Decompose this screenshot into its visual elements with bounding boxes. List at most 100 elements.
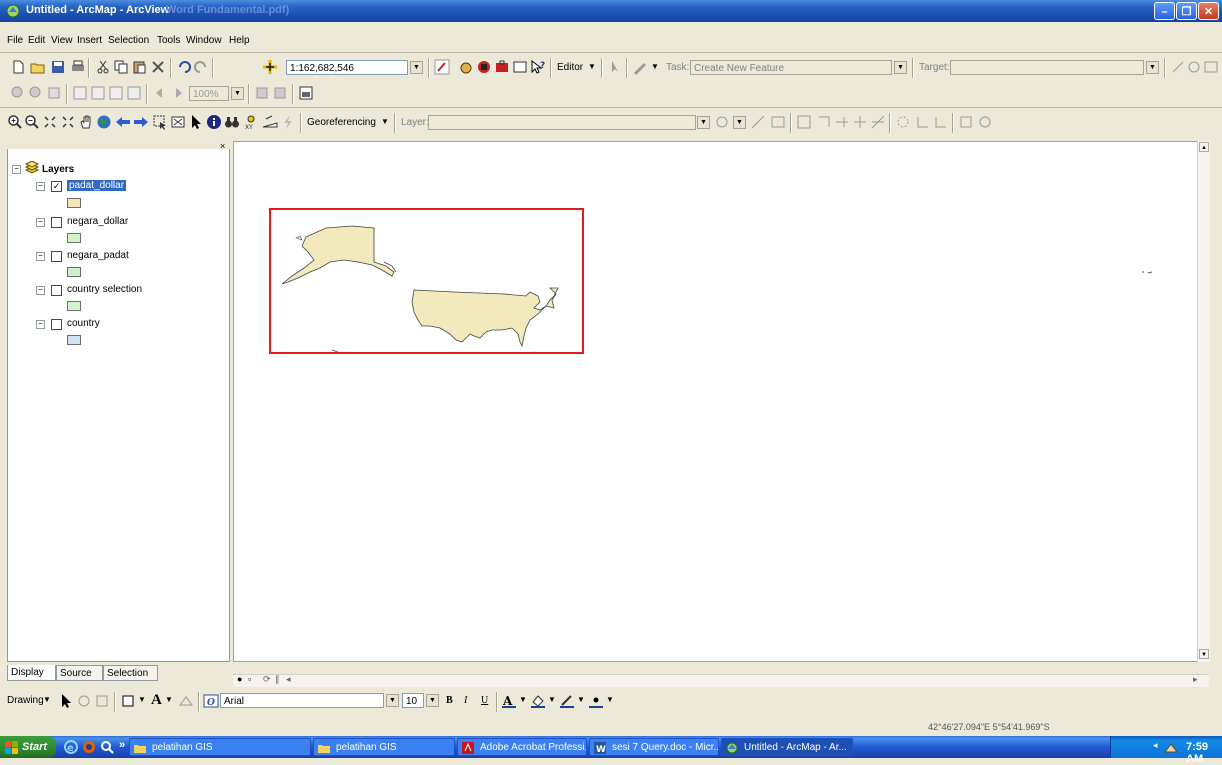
layer-negara-dollar[interactable]: negara_dollar (67, 216, 128, 227)
layer-collapse-icon[interactable]: − (36, 286, 45, 295)
select-features-icon[interactable] (152, 114, 168, 130)
sketch-dropdown-icon[interactable]: ▼ (651, 62, 659, 71)
layer-padat-dollar[interactable]: padat_dollar (67, 180, 127, 191)
select-elements-icon[interactable] (188, 114, 204, 130)
hyperlink-lightning-icon[interactable] (280, 114, 296, 130)
georeferencing-menu[interactable]: Georeferencing (307, 117, 376, 128)
rotate-tool-icon[interactable] (1186, 59, 1202, 75)
map-canvas[interactable] (234, 142, 1198, 661)
data-view-icon[interactable]: ● (237, 674, 242, 684)
layer-visibility-checkbox[interactable] (51, 251, 62, 262)
italic-button[interactable]: I (464, 695, 467, 706)
redo-icon[interactable] (193, 59, 209, 75)
add-data-icon[interactable] (262, 59, 278, 75)
rotate-georef-icon[interactable] (714, 114, 730, 130)
scroll-left-icon[interactable]: ◂ (286, 674, 291, 685)
next-extent-page-icon[interactable] (170, 85, 186, 101)
save-icon[interactable] (50, 59, 66, 75)
layers-collapse-icon[interactable]: − (12, 165, 21, 174)
add-control-points-icon[interactable] (750, 114, 766, 130)
georef-layer-dropdown[interactable]: ▼ (697, 116, 710, 129)
clear-selection-icon[interactable] (170, 114, 186, 130)
search-quicklaunch-icon[interactable] (100, 740, 114, 754)
layer-collapse-icon[interactable]: − (36, 182, 45, 191)
menu-help[interactable]: Help (229, 35, 250, 46)
zoom-out-icon[interactable] (24, 114, 40, 130)
drawing-dropdown-icon[interactable]: ▼ (43, 695, 51, 704)
layer-visibility-checkbox[interactable]: ✓ (51, 181, 62, 192)
forward-extent-arrow-icon[interactable] (133, 114, 149, 130)
layer-symbol-swatch[interactable] (67, 233, 81, 243)
layer-symbol-swatch[interactable] (67, 301, 81, 311)
tab-display[interactable]: Display (7, 665, 56, 681)
menu-window[interactable]: Window (186, 35, 222, 46)
circle-tool-icon[interactable] (977, 114, 993, 130)
editor-toolbar-icon[interactable] (434, 59, 450, 75)
close-button[interactable]: ✕ (1198, 2, 1219, 20)
print-icon[interactable] (70, 59, 86, 75)
toggle-draft-mode-icon[interactable] (254, 85, 270, 101)
taskbar-item-pelatihan-gis-2[interactable]: pelatihan GIS (313, 738, 455, 756)
scroll-down-icon[interactable]: ▼ (1199, 649, 1209, 659)
focus-data-frame-icon[interactable] (272, 85, 288, 101)
target-dropdown-button[interactable]: ▼ (1146, 61, 1159, 74)
go-to-xy-icon[interactable]: XY (243, 114, 259, 130)
pan-hand-icon[interactable] (78, 114, 94, 130)
line-color-icon[interactable] (559, 693, 575, 709)
undo-icon[interactable] (176, 59, 192, 75)
split-tool-icon[interactable] (1170, 59, 1186, 75)
menu-edit[interactable]: Edit (28, 35, 45, 46)
tray-expand-icon[interactable]: ◂ (1153, 740, 1158, 751)
map-horizontal-scrollbar[interactable]: ● ▫ ⟳ ∥ ◂ ▸ (233, 674, 1209, 687)
layer-collapse-icon[interactable]: − (36, 252, 45, 261)
taskbar-item-word-document[interactable]: W sesi 7 Query.doc - Micr... (589, 738, 719, 756)
bold-button[interactable]: B (446, 695, 453, 706)
font-color-icon[interactable]: A (501, 693, 517, 709)
task-dropdown-button[interactable]: ▼ (894, 61, 907, 74)
layer-collapse-icon[interactable]: − (36, 320, 45, 329)
taskbar-item-adobe-acrobat[interactable]: Adobe Acrobat Professi... (457, 738, 587, 756)
back-extent-arrow-icon[interactable] (115, 114, 131, 130)
editor-menu[interactable]: Editor (557, 62, 583, 73)
layer-visibility-checkbox[interactable] (51, 285, 62, 296)
toc-close-icon[interactable]: × (220, 141, 225, 151)
editor-dropdown-icon[interactable]: ▼ (588, 62, 596, 71)
fixed-zoom-out-icon[interactable] (126, 85, 142, 101)
pan-page-icon[interactable] (46, 85, 62, 101)
whats-this-help-icon[interactable]: ? (530, 59, 546, 75)
pause-draw-icon[interactable]: ∥ (275, 674, 280, 685)
edit-vertices-icon[interactable] (178, 693, 194, 709)
maximize-button[interactable]: ❐ (1176, 2, 1197, 20)
delete-icon[interactable] (150, 59, 166, 75)
layout-zoom-dropdown[interactable]: ▼ (231, 87, 244, 100)
tab-selection[interactable]: Selection (103, 665, 158, 681)
arctoolbox-icon[interactable] (458, 59, 474, 75)
minimize-button[interactable]: – (1154, 2, 1175, 20)
scale-dropdown-button[interactable]: ▼ (410, 61, 423, 74)
font-size-select[interactable]: 10 (402, 693, 424, 708)
marker-color-icon[interactable] (588, 693, 604, 709)
layer-country-selection[interactable]: country selection (67, 284, 142, 295)
toc-grip[interactable] (7, 141, 230, 149)
layers-root-label[interactable]: Layers (42, 164, 74, 175)
edit-tool-icon[interactable] (607, 59, 623, 75)
rectangle-tool-icon[interactable] (958, 114, 974, 130)
menu-tools[interactable]: Tools (157, 35, 180, 46)
sketch-tool-icon[interactable] (632, 59, 648, 75)
rotate-element-icon[interactable] (76, 693, 92, 709)
fillet-icon[interactable] (915, 114, 931, 130)
font-family-select[interactable]: Arial (220, 693, 384, 708)
identify-icon[interactable] (206, 114, 222, 130)
start-button[interactable]: Start (0, 736, 56, 758)
target-select[interactable] (950, 60, 1144, 75)
layer-visibility-checkbox[interactable] (51, 217, 62, 228)
attributes-icon[interactable] (1203, 59, 1219, 75)
menu-file[interactable]: File (7, 35, 23, 46)
copy-icon[interactable] (113, 59, 129, 75)
find-binoculars-icon[interactable] (224, 114, 240, 130)
taskbar-item-pelatihan-gis-1[interactable]: pelatihan GIS (129, 738, 311, 756)
layer-symbol-swatch[interactable] (67, 335, 81, 345)
layer-symbol-swatch[interactable] (67, 198, 81, 208)
fixed-zoom-in-tool-icon[interactable] (42, 114, 58, 130)
line-color-dropdown-icon[interactable]: ▼ (577, 695, 585, 704)
